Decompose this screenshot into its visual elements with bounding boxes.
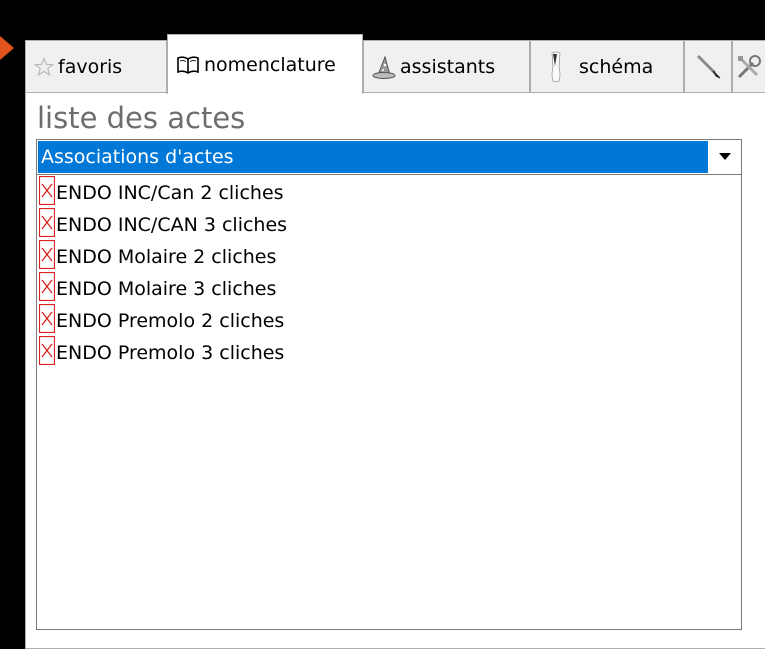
tab-label: assistants <box>400 55 496 78</box>
list-item-label: ENDO Molaire 2 cliches <box>56 246 277 268</box>
list-item[interactable]: ENDO INC/CAN 3 cliches <box>38 207 288 242</box>
broken-image-icon <box>38 207 56 242</box>
list-item[interactable]: ENDO Molaire 2 cliches <box>38 239 277 274</box>
list-item-label: ENDO Molaire 3 cliches <box>56 278 277 300</box>
broken-image-icon <box>38 175 56 210</box>
book-icon <box>176 55 200 75</box>
list-item[interactable]: ENDO Premolo 2 cliches <box>38 303 285 338</box>
broken-image-icon <box>38 303 56 338</box>
tab-schema[interactable]: schéma <box>530 40 684 92</box>
broken-image-icon <box>38 335 56 370</box>
section-title: liste des actes <box>37 101 246 135</box>
pen-icon <box>695 53 723 81</box>
star-icon <box>34 56 54 77</box>
acts-category-combobox[interactable]: Associations d'actes <box>36 139 742 175</box>
list-item[interactable]: ENDO Premolo 3 cliches <box>38 335 285 370</box>
tab-favoris[interactable]: favoris <box>25 40 167 92</box>
tab-label: nomenclature <box>204 53 336 76</box>
list-item[interactable]: ENDO INC/Can 2 cliches <box>38 175 284 210</box>
list-item-label: ENDO Premolo 3 cliches <box>56 342 285 364</box>
tab-pen[interactable] <box>684 40 732 92</box>
list-item[interactable]: ENDO Molaire 3 cliches <box>38 271 277 306</box>
nomenclature-content: liste des actes Associations d'actes END… <box>25 92 765 649</box>
broken-image-icon <box>38 271 56 306</box>
tab-label: favoris <box>58 55 123 78</box>
tab-tools[interactable] <box>732 40 765 92</box>
combobox-selected-value: Associations d'actes <box>38 141 708 173</box>
tab-nomenclature[interactable]: nomenclature <box>167 34 363 94</box>
tab-label: schéma <box>579 55 654 78</box>
tab-bar: favoris nomenclature assistants schéma <box>20 22 765 94</box>
actes-panel: favoris nomenclature assistants schéma l… <box>20 22 765 649</box>
tooth-icon <box>547 51 565 83</box>
pointer-arrow-icon <box>0 36 14 60</box>
acts-list[interactable]: ENDO INC/Can 2 cliches ENDO INC/CAN 3 cli… <box>36 175 742 630</box>
tab-assistants[interactable]: assistants <box>363 40 530 92</box>
broken-image-icon <box>38 239 56 274</box>
list-item-label: ENDO Premolo 2 cliches <box>56 310 285 332</box>
list-item-label: ENDO INC/Can 2 cliches <box>56 182 284 204</box>
wizard-hat-icon <box>372 54 396 79</box>
list-item-label: ENDO INC/CAN 3 cliches <box>56 214 288 236</box>
chevron-down-icon[interactable] <box>708 140 741 174</box>
tools-icon <box>735 53 763 81</box>
